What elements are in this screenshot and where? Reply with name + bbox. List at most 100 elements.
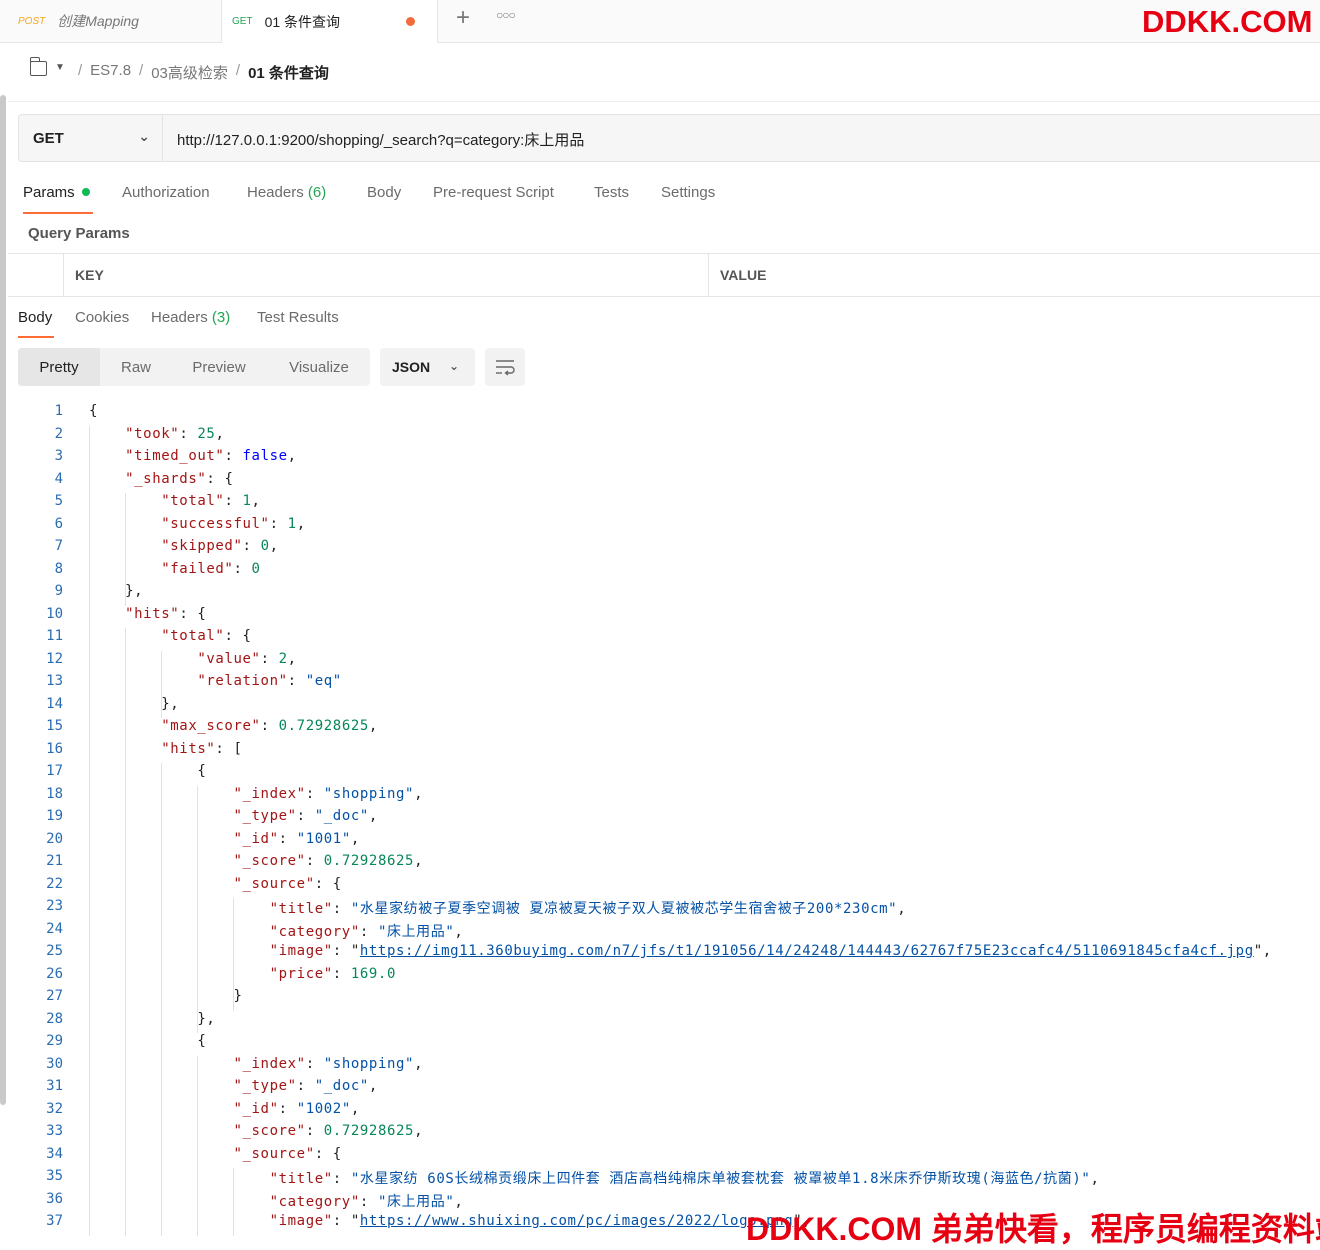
code-line: "hits": [: [161, 740, 243, 757]
query-params-title: Query Params: [28, 225, 130, 242]
line-number: 12: [46, 650, 63, 667]
code-line: {: [89, 403, 99, 419]
code-line: "hits": {: [125, 605, 207, 622]
column-divider: [63, 254, 64, 297]
preview-button[interactable]: Preview: [178, 348, 260, 386]
line-number: 8: [54, 560, 63, 577]
code-line: "_type": "_doc",: [233, 1078, 378, 1094]
value-column-header: VALUE: [720, 267, 767, 283]
indent-guide: [233, 1168, 234, 1236]
line-number: 7: [54, 538, 63, 554]
tab-label: Headers: [151, 309, 208, 326]
breadcrumb-item[interactable]: ES7.8: [90, 62, 131, 83]
response-tab-cookies[interactable]: Cookies: [75, 309, 129, 326]
line-number: 34: [46, 1145, 63, 1162]
key-column-header: KEY: [75, 267, 104, 283]
tab-params[interactable]: Params: [23, 184, 90, 201]
line-number: 33: [46, 1123, 63, 1139]
scrollbar[interactable]: [0, 95, 6, 1105]
tab-tests[interactable]: Tests: [594, 184, 629, 201]
more-tabs-icon[interactable]: ○○○: [496, 8, 516, 22]
code-line: "_score": 0.72928625,: [233, 1123, 424, 1139]
code-line: "value": 2,: [197, 650, 297, 667]
tab-create-mapping[interactable]: POST 创建Mapping: [8, 0, 222, 42]
code-line: "category": "床上用品",: [269, 1193, 464, 1210]
code-line: "max_score": 0.72928625,: [161, 718, 378, 734]
wrap-lines-button[interactable]: [485, 348, 525, 386]
line-number: 4: [54, 470, 63, 487]
tab-method-badge: POST: [18, 15, 46, 27]
code-line: "price": 169.0: [269, 965, 396, 982]
tab-condition-query[interactable]: GET 01 条件查询: [222, 0, 438, 43]
line-number: 15: [46, 718, 63, 734]
code-line: "_index": "shopping",: [233, 785, 424, 802]
tab-body[interactable]: Body: [367, 184, 401, 201]
code-line: "title": "水星家纺被子夏季空调被 夏凉被夏天被子双人夏被被芯学生宿舍被…: [269, 901, 907, 917]
format-select[interactable]: JSON ⌄: [380, 348, 475, 386]
site-watermark: DDKK.COM 弟弟快看，程序员编程资料站: [746, 1211, 1320, 1247]
brand-watermark: DDKK.COM: [1142, 4, 1313, 39]
line-number: 13: [46, 673, 63, 689]
code-line: "_type": "_doc",: [233, 808, 378, 824]
code-line: "total": {: [161, 628, 252, 644]
code-line: "title": "水星家纺 60S长绒棉贡缎床上四件套 酒店高档纯棉床单被套枕…: [269, 1171, 1100, 1187]
tab-prerequest-script[interactable]: Pre-request Script: [433, 184, 554, 201]
line-number: 17: [46, 763, 63, 779]
response-tab-headers[interactable]: Headers (3): [151, 309, 230, 326]
line-number: 28: [46, 1010, 63, 1027]
line-number: 10: [46, 605, 63, 622]
code-line: "_id": "1001",: [233, 830, 360, 847]
collection-icon[interactable]: [29, 57, 47, 76]
tab-headers[interactable]: Headers (6): [247, 184, 326, 201]
params-table: KEY VALUE: [8, 253, 1320, 297]
line-number: 36: [46, 1190, 63, 1207]
indent-guide: [161, 650, 162, 718]
headers-count: (3): [211, 309, 231, 326]
response-tab-test-results[interactable]: Test Results: [257, 309, 339, 326]
response-tab-body[interactable]: Body: [18, 309, 52, 326]
response-body-code[interactable]: 1 {2 "took": 25, 3 "timed_out": false, 4 "_…: [0, 400, 1320, 1241]
url-input[interactable]: http://127.0.0.1:9200/shopping/_search?q…: [177, 129, 584, 150]
code-line: "timed_out": false,: [125, 448, 297, 464]
code-line: "_shards": {: [125, 470, 234, 487]
code-line: {: [89, 1033, 207, 1049]
visualize-button[interactable]: Visualize: [272, 348, 366, 386]
chevron-down-icon: ⌄: [138, 128, 150, 144]
pretty-button[interactable]: Pretty: [18, 348, 100, 386]
code-line: "_score": 0.72928625,: [233, 853, 424, 869]
indent-guide: [233, 898, 234, 1011]
code-line: "took": 25,: [125, 425, 225, 442]
line-number: 22: [46, 875, 63, 892]
unsaved-dot-icon: [406, 17, 415, 26]
active-tab-indicator: [18, 336, 54, 338]
code-line: "_source": {: [233, 1145, 342, 1162]
line-number: 6: [54, 515, 63, 532]
code-line: "_id": "1002",: [233, 1100, 360, 1117]
line-number: 20: [46, 830, 63, 847]
caret-down-icon[interactable]: ▼: [55, 62, 65, 73]
format-value: JSON: [392, 359, 431, 375]
code-line: "failed": 0: [161, 560, 261, 577]
raw-button[interactable]: Raw: [104, 348, 168, 386]
chevron-down-icon: ⌄: [448, 359, 459, 373]
tab-authorization[interactable]: Authorization: [122, 184, 210, 201]
tab-method-badge: GET: [232, 16, 253, 27]
breadcrumb-item[interactable]: 03高级检索: [151, 62, 228, 83]
line-number: 18: [46, 785, 63, 802]
tab-label: Params: [23, 184, 75, 201]
tab-title: 01 条件查询: [264, 13, 341, 30]
breadcrumb-current[interactable]: 01 条件查询: [248, 62, 329, 83]
breadcrumb-bar: ▼ / ES7.8 / 03高级检索 / 01 条件查询: [8, 43, 1320, 102]
url-bar: GET ⌄ http://127.0.0.1:9200/shopping/_se…: [18, 114, 1320, 162]
line-number: 27: [46, 988, 63, 1004]
column-divider: [708, 254, 709, 297]
code-line: "category": "床上用品",: [269, 923, 464, 940]
tab-bar: POST 创建Mapping GET 01 条件查询 + ○○○ DDKK.CO…: [0, 0, 1320, 43]
line-number: 30: [46, 1055, 63, 1072]
code-line: {: [89, 763, 207, 779]
line-number: 29: [46, 1033, 63, 1049]
new-tab-plus-icon[interactable]: +: [452, 4, 474, 32]
line-number: 5: [54, 493, 63, 509]
method-select[interactable]: GET ⌄: [19, 115, 163, 161]
tab-settings[interactable]: Settings: [661, 184, 715, 201]
